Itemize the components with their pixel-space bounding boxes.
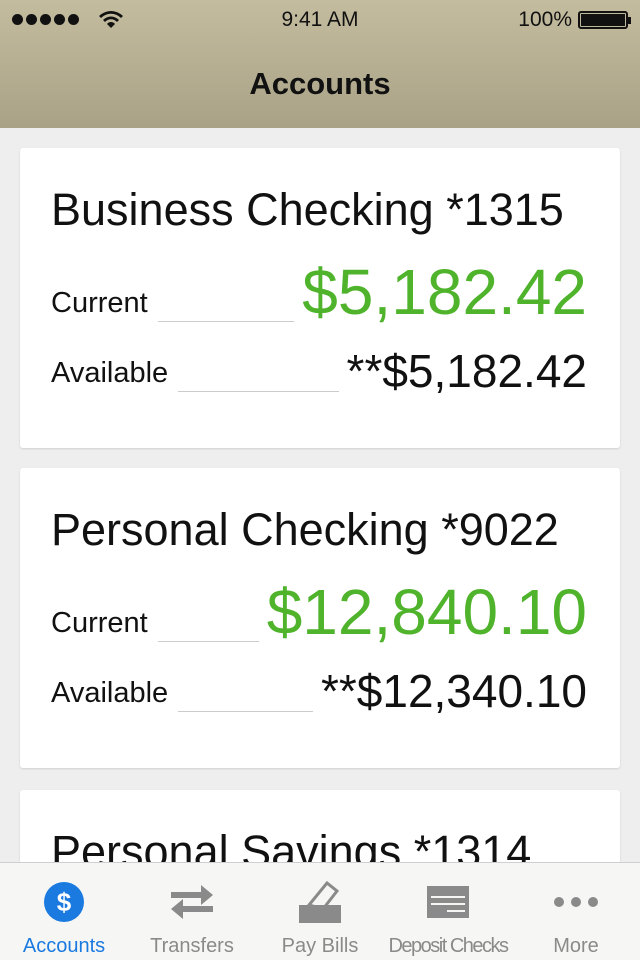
tab-bar: $ Accounts Transfers Pay Bills Deposit C… — [0, 862, 640, 960]
tab-label: Transfers — [150, 935, 234, 957]
tab-transfers[interactable]: Transfers — [128, 863, 256, 960]
divider — [178, 391, 339, 392]
pay-bills-icon — [299, 881, 341, 923]
account-name: Personal Savings *1314 — [51, 826, 532, 862]
current-amount: $12,840.10 — [266, 576, 587, 648]
account-card[interactable]: Personal Checking *9022 Current $12,840.… — [20, 468, 620, 768]
divider — [157, 321, 295, 322]
available-balance-row: Available **$5,182.42 — [51, 348, 587, 394]
transfer-arrows-icon — [171, 885, 213, 919]
account-name: Personal Checking *9022 — [51, 504, 559, 555]
current-label: Current — [51, 287, 148, 319]
available-amount: **$5,182.42 — [346, 345, 587, 397]
available-label: Available — [51, 677, 169, 709]
account-card[interactable]: Business Checking *1315 Current $5,182.4… — [20, 148, 620, 448]
accounts-list[interactable]: Business Checking *1315 Current $5,182.4… — [0, 128, 640, 862]
tab-pay-bills[interactable]: Pay Bills — [256, 863, 384, 960]
available-balance-row: Available **$12,340.10 — [51, 668, 587, 714]
tab-more[interactable]: More — [512, 863, 640, 960]
divider — [178, 711, 313, 712]
current-balance-row: Current $5,182.42 — [51, 260, 587, 324]
available-label: Available — [51, 357, 169, 389]
dollar-icon: $ — [44, 882, 84, 922]
tab-deposit-checks[interactable]: Deposit Checks — [384, 863, 512, 960]
battery-percent: 100% — [518, 8, 572, 31]
current-balance-row: Current $12,840.10 — [51, 580, 587, 644]
tab-label: Deposit Checks — [388, 935, 509, 957]
status-bar: 9:41 AM 100% — [0, 8, 640, 34]
account-card[interactable]: Personal Savings *1314 — [20, 790, 620, 862]
svg-text:$: $ — [57, 887, 72, 917]
account-name: Business Checking *1315 — [51, 184, 564, 235]
divider — [157, 641, 259, 642]
tab-label: More — [553, 935, 599, 957]
available-amount: **$12,340.10 — [320, 665, 587, 717]
nav-header: 9:41 AM 100% Accounts — [0, 0, 640, 128]
current-amount: $5,182.42 — [302, 256, 587, 328]
check-icon — [427, 886, 469, 918]
battery-icon — [578, 11, 631, 29]
page-title: Accounts — [249, 66, 391, 101]
tab-accounts[interactable]: $ Accounts — [0, 863, 128, 960]
tab-label: Accounts — [22, 935, 106, 957]
tab-label: Pay Bills — [281, 935, 359, 957]
more-icon — [554, 897, 598, 907]
current-label: Current — [51, 607, 148, 639]
